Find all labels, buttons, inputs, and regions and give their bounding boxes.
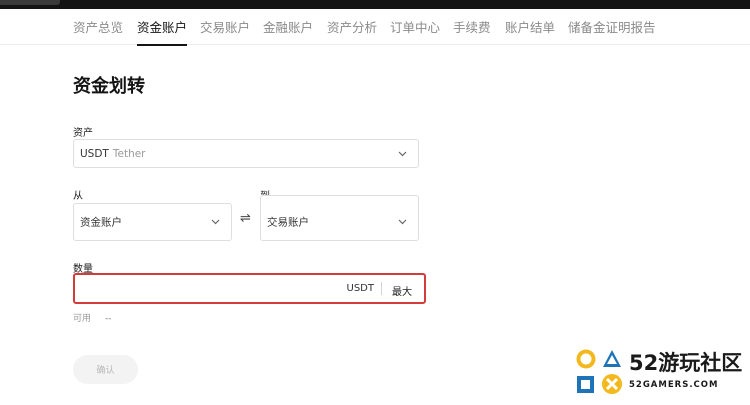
asset-name: Tether: [112, 147, 146, 160]
tab-statements[interactable]: 账户结单: [505, 17, 555, 36]
tab-funding-account[interactable]: 资金账户: [137, 17, 188, 46]
tab-trading-account[interactable]: 交易账户: [200, 17, 250, 36]
available-balance: 可用 --: [73, 311, 112, 324]
from-account-value: 资金账户: [80, 216, 122, 229]
tab-proof-of-reserves[interactable]: 储备金证明报告: [568, 17, 656, 36]
asset-label: 资产: [73, 128, 93, 139]
from-account-select[interactable]: 资金账户: [73, 203, 232, 241]
available-label: 可用: [73, 314, 92, 324]
amount-field: USDT 最大: [73, 273, 426, 304]
watermark-logo: 52游玩社区 52GAMERS.COM: [573, 346, 743, 398]
asset-symbol: USDT: [80, 147, 109, 160]
amount-divider: [381, 282, 382, 295]
max-button[interactable]: 最大: [392, 283, 412, 298]
swap-direction-icon[interactable]: ⇌: [240, 211, 251, 226]
asset-select-value: USDT Tether: [80, 148, 146, 160]
from-label: 从: [73, 191, 83, 202]
chevron-down-icon: [398, 151, 407, 156]
top-bar-notch: [0, 0, 60, 5]
watermark-emblem-icon: [576, 349, 622, 394]
account-nav: 资产总览 资金账户 交易账户 金融账户 资产分析 订单中心 手续费 账户结单 储…: [0, 9, 750, 46]
top-bar: [0, 0, 750, 9]
watermark-subtitle: 52GAMERS.COM: [629, 380, 719, 390]
tab-financial-account[interactable]: 金融账户: [263, 17, 313, 36]
tab-asset-analysis[interactable]: 资产分析: [327, 17, 377, 36]
tab-asset-overview[interactable]: 资产总览: [73, 17, 123, 36]
chevron-down-icon: [398, 219, 407, 225]
to-account-select[interactable]: 交易账户: [260, 195, 419, 241]
asset-select[interactable]: USDT Tether: [73, 139, 419, 168]
tab-fees[interactable]: 手续费: [453, 17, 491, 36]
page-title: 资金划转: [73, 76, 145, 97]
amount-input[interactable]: [81, 279, 325, 301]
amount-unit: USDT: [346, 283, 374, 294]
chevron-down-icon: [211, 219, 220, 225]
available-value: --: [105, 314, 112, 324]
confirm-button[interactable]: 确认: [73, 355, 138, 384]
to-account-value: 交易账户: [267, 216, 309, 229]
tab-order-center[interactable]: 订单中心: [390, 17, 440, 36]
watermark-title: 52游玩社区: [629, 351, 743, 375]
